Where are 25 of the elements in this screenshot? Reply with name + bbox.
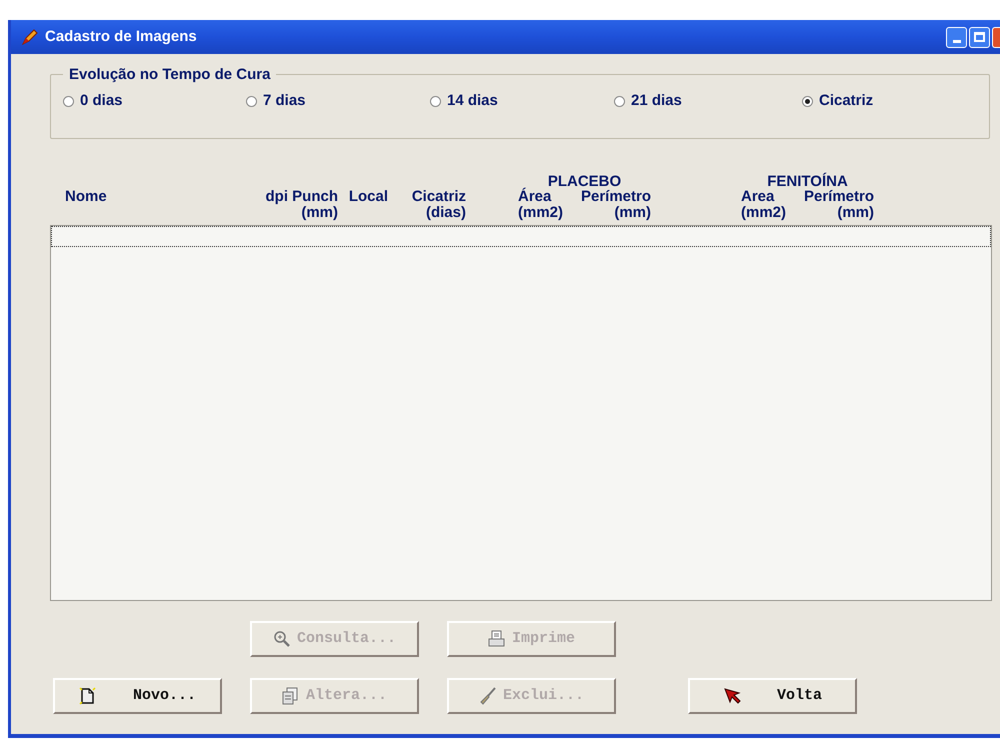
column-unit: (mm) [301, 205, 338, 221]
column-header: Cicatriz [412, 189, 466, 205]
window-title: Cadastro de Imagens [45, 26, 197, 47]
action-button[interactable]: Novo... [53, 678, 222, 714]
column-header: Perímetro [580, 189, 651, 205]
radio-label[interactable]: Cicatriz [819, 90, 874, 112]
group-header: FENITOÍNA [766, 172, 849, 189]
radio-label[interactable]: 21 dias [631, 90, 682, 112]
column-unit: (mm2) [741, 205, 786, 221]
column-unit: (mm2) [518, 205, 563, 221]
column-header: Perímetro [804, 189, 874, 205]
action-button[interactable]: Volta [688, 678, 857, 714]
column-header: Nome [65, 189, 108, 205]
radio-label[interactable]: 14 dias [447, 90, 498, 112]
radio-label[interactable]: 0 dias [80, 90, 123, 112]
group-header: PLACEBO [548, 172, 622, 189]
radio-label[interactable]: 7 dias [263, 90, 306, 112]
column-header: dpi [266, 189, 288, 205]
column-header: Area [741, 189, 776, 205]
column-unit: (mm) [837, 205, 874, 221]
column-unit: (mm) [614, 205, 651, 221]
column-header: Área [518, 189, 552, 205]
column-header: Punch [292, 189, 338, 205]
column-header: Local [348, 189, 388, 205]
column-unit: (dias) [426, 205, 466, 221]
